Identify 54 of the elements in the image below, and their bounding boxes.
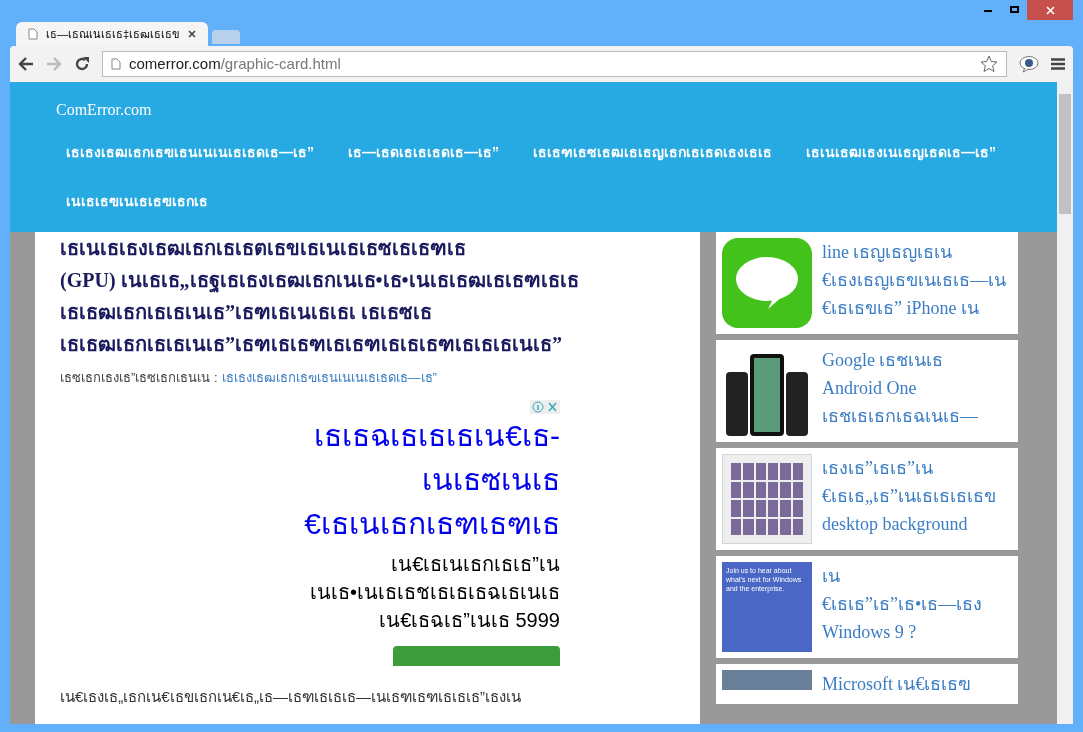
ad-headline: €เธเนเธกเธฑเธฑเธ	[304, 505, 560, 542]
speech-bubble-icon	[734, 255, 800, 311]
post-title: เธชเธเธกเธฉเนเธ—	[822, 405, 978, 428]
scrollbar[interactable]	[1057, 82, 1073, 724]
nav-link[interactable]: เนเธเธฃเนเธเธฃเธกเธ	[66, 191, 208, 212]
post-title: €เธเธ”เธ”เธ•เธ—เธง	[822, 593, 983, 616]
sidebar-post-card[interactable]: Microsoft เน€เธเธฃ	[716, 664, 1018, 704]
category-label: เธซเธกเธงเธ”เธซเธกเธนเน :	[60, 369, 218, 387]
post-title: เธงเธ”เธเธ”เน	[822, 457, 934, 480]
url-text: comerror.com/graphic-card.html	[129, 53, 342, 74]
sidebar-post-card[interactable]: เธงเธ”เธเธ”เน €เธเธ„เธ”เนเธเธเธเธข desktop background	[716, 448, 1018, 550]
post-title: Android One	[822, 377, 918, 400]
post-title: Google เธชเนเธ	[822, 349, 945, 372]
ad-headline: เธเธฉเธเธเธเน€เธ-	[314, 417, 560, 454]
ad-headline: เนเธซเนเธ	[422, 461, 560, 498]
article-title: เธเธฒเธกเธเธเนเธ”เธฑเธเธฑเธเธฑเธเธเธฑเธเธเธเนเธ”	[60, 332, 563, 357]
close-icon	[1045, 5, 1055, 15]
bookmark-star-icon[interactable]	[980, 55, 998, 73]
category-link[interactable]: เธเธงเธฒเธกเธฃเธนเนเนเธเธดเธ—เธ”	[221, 368, 437, 388]
post-title: €เธเธขเธ” iPhone เน	[822, 297, 980, 320]
sidebar-post-card[interactable]: line เธญเธญเธเน €เธงเธญเธขเนเธเธ—เน €เธเธขเธ” iPhone เน	[716, 232, 1018, 334]
nav-link[interactable]: เธเนเธฒเธงเนเธญเธดเธ—เธ”	[806, 142, 996, 163]
post-title: line เธญเธญเธเน	[822, 241, 954, 264]
post-title: เน	[822, 565, 841, 588]
post-title: Windows 9 ?	[822, 621, 918, 644]
page-icon	[28, 28, 38, 40]
article-paragraph: เน€เธงเธ„เธกเน€เธขเธกเน€เธ„เธ—เธฑเธเธเธ—เนเธฑเธฑเธเธเธ”เธงเน	[60, 686, 522, 707]
ad-banner[interactable]: เธเธฉเธเธเธเน€เธ- เนเธซเนเธ €เธเนเธกเธฑเธฑเธ เน€เธเนเธกเธเธ”เน เนเธ•เนเธเธชเธเธเธฉเธเนเธ เน€เธฉเธ”เนเธ 5999	[210, 399, 560, 666]
ad-info-icon[interactable]	[530, 399, 560, 414]
nav-link[interactable]: เธเธฑเธซเธฒเธเธญเธกเธเธดเธงเธเธ	[533, 142, 772, 163]
browser-tab[interactable]: เธ—เธณเนเธเธ‡เธฒเธเธข	[16, 22, 209, 46]
address-bar[interactable]: comerror.com/graphic-card.html	[102, 51, 1007, 77]
back-icon[interactable]	[18, 57, 34, 71]
nav-link[interactable]: เธ—เธดเธเธเธดเธ—เธ”	[348, 142, 499, 163]
tab-title: เธ—เธณเนเธเธ‡เธฒเธเธข	[46, 26, 181, 42]
ad-text: เน€เธเนเธกเธเธ”เน	[391, 551, 560, 577]
ad-text: เนเธ•เนเธเธชเธเธเธฉเธเนเธ	[310, 579, 560, 605]
article-title: (GPU) เนเธเธ„เธฐเธเธงเธฒเธกเนเธ•เธ•เนเธเธฒเธเธฑเธเธ	[60, 268, 580, 295]
close-icon[interactable]	[188, 30, 197, 38]
sidebar-post-card[interactable]: Google เธชเนเธ Android One เธชเธเธกเธฉเนเธ—	[716, 340, 1018, 442]
nav-link[interactable]: เธเธงเธฒเธกเธฃเธนเนเนเธเธดเธ—เธ”	[66, 142, 314, 163]
reload-icon[interactable]	[74, 56, 90, 72]
ad-button[interactable]	[393, 645, 560, 666]
page-icon	[111, 58, 121, 70]
menu-icon[interactable]	[1051, 58, 1065, 70]
post-title: €เธเธ„เธ”เนเธเธเธเธข	[822, 485, 996, 508]
post-title: Microsoft เน€เธเธฃ	[822, 673, 972, 696]
site-logo[interactable]: ComError.com	[56, 98, 1011, 122]
post-title: €เธงเธญเธขเนเธเธ—เน	[822, 269, 1006, 292]
article-title: เธเธฒเธกเธเธเนเธ”เธฑเธเนเธเธเ เธเธซเธ	[60, 300, 433, 325]
ad-text: เน€เธฉเธ”เนเธ 5999	[379, 607, 560, 633]
article-title: เธเนเธเธงเธฒเธกเธเธตเธขเธเนเธเธซเธเธฑเธ	[60, 236, 467, 261]
speech-bubble-icon[interactable]	[1019, 55, 1039, 73]
post-title: desktop background	[822, 513, 969, 536]
